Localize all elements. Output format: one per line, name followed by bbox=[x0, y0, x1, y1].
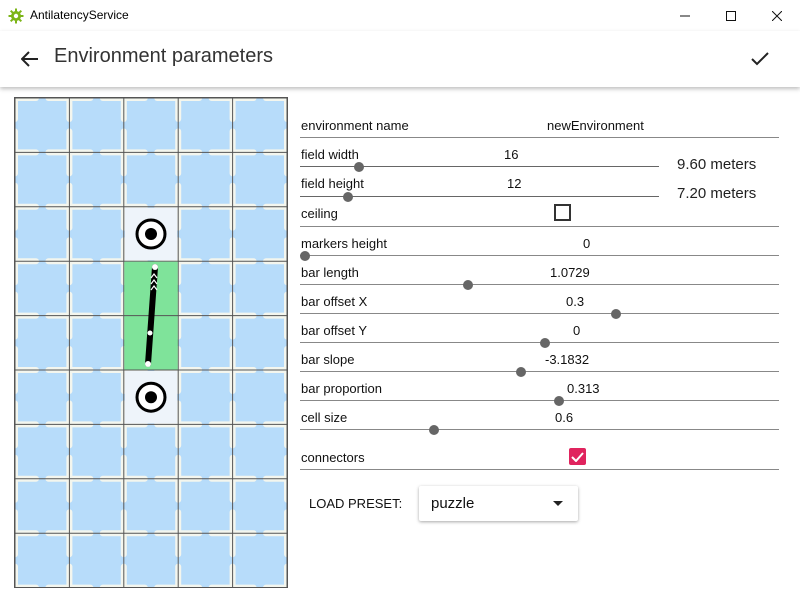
dropdown-caret-icon bbox=[553, 501, 563, 506]
cell-size-slider-thumb[interactable] bbox=[429, 425, 440, 435]
environment-preview[interactable] bbox=[14, 97, 288, 588]
cell-size-value: 0.6 bbox=[555, 410, 574, 425]
bar-offset-x-label: bar offset X bbox=[301, 294, 368, 309]
ceiling-label: ceiling bbox=[301, 206, 338, 221]
confirm-button[interactable] bbox=[744, 43, 776, 75]
connector-mark bbox=[263, 584, 287, 587]
checkmark-icon bbox=[571, 451, 584, 462]
row-bar-offset-y: bar offset Y 0 bbox=[300, 314, 779, 348]
app-title: AntilatencyService bbox=[30, 8, 129, 22]
close-icon bbox=[772, 10, 782, 21]
connectors-checkbox[interactable] bbox=[569, 448, 586, 465]
row-bar-proportion: bar proportion 0.313 bbox=[300, 372, 779, 406]
checkmark-icon bbox=[751, 52, 769, 66]
markers-height-label: markers height bbox=[301, 236, 387, 251]
row-bar-slope: bar slope -3.1832 bbox=[300, 343, 779, 377]
preset-dropdown[interactable]: puzzle bbox=[419, 486, 578, 521]
bar-proportion-label: bar proportion bbox=[301, 381, 382, 396]
bar-offset-y-value: 0 bbox=[573, 323, 581, 338]
bar-length-label: bar length bbox=[301, 265, 359, 280]
bar-slope-value: -3.1832 bbox=[545, 352, 590, 367]
row-field-height: field height 12 bbox=[300, 168, 659, 202]
close-button[interactable] bbox=[754, 0, 800, 31]
bar-offset-y-label: bar offset Y bbox=[301, 323, 368, 338]
bar-endpoint bbox=[152, 264, 158, 270]
field-width-value: 16 bbox=[504, 147, 519, 162]
row-ceiling: ceiling bbox=[300, 198, 779, 227]
row-connectors: connectors bbox=[300, 441, 779, 470]
environment-name-input[interactable]: newEnvironment bbox=[547, 118, 644, 133]
row-bar-offset-x: bar offset X 0.3 bbox=[300, 285, 779, 319]
row-cell-size: cell size 0.6 bbox=[300, 401, 779, 435]
bar-length-value: 1.0729 bbox=[550, 265, 590, 280]
bar-proportion-value: 0.313 bbox=[567, 381, 600, 396]
field-height-value: 12 bbox=[507, 176, 522, 191]
bar-midpoint bbox=[147, 330, 153, 336]
load-preset-label: LOAD PRESET: bbox=[309, 496, 403, 511]
bar-endpoint bbox=[145, 361, 151, 367]
target-marker-center bbox=[145, 228, 157, 240]
back-button[interactable] bbox=[14, 43, 46, 75]
connector-mark bbox=[15, 584, 39, 587]
environment-name-label: environment name bbox=[301, 118, 409, 133]
arrow-back-icon bbox=[21, 51, 38, 67]
preset-selected-value: puzzle bbox=[431, 495, 475, 512]
environment-grid bbox=[15, 98, 287, 587]
window-titlebar: AntilatencyService bbox=[0, 0, 800, 31]
field-width-label: field width bbox=[301, 147, 359, 162]
field-width-meters: 9.60 meters bbox=[677, 156, 757, 173]
minimize-button[interactable] bbox=[662, 0, 708, 31]
cell-size-label: cell size bbox=[301, 410, 348, 425]
app-bar: Environment parameters bbox=[0, 31, 800, 87]
maximize-button[interactable] bbox=[708, 0, 754, 31]
page-title: Environment parameters bbox=[54, 45, 273, 67]
connectors-label: connectors bbox=[301, 450, 365, 465]
bar-slope-label: bar slope bbox=[301, 352, 355, 367]
row-environment-name: environment name newEnvironment bbox=[300, 109, 779, 138]
maximize-icon bbox=[726, 10, 736, 21]
target-marker-center bbox=[145, 391, 157, 404]
row-field-width: field width 16 bbox=[300, 138, 659, 172]
gear-app-icon bbox=[8, 8, 24, 24]
minimize-icon bbox=[680, 15, 690, 16]
ceiling-checkbox[interactable] bbox=[554, 204, 571, 221]
markers-height-value: 0 bbox=[583, 236, 591, 251]
field-height-slider[interactable] bbox=[300, 196, 659, 197]
field-height-label: field height bbox=[301, 176, 364, 191]
bar-offset-x-value: 0.3 bbox=[566, 294, 585, 309]
row-markers-height: markers height 0 bbox=[300, 227, 779, 261]
row-bar-length: bar length 1.0729 bbox=[300, 256, 779, 290]
